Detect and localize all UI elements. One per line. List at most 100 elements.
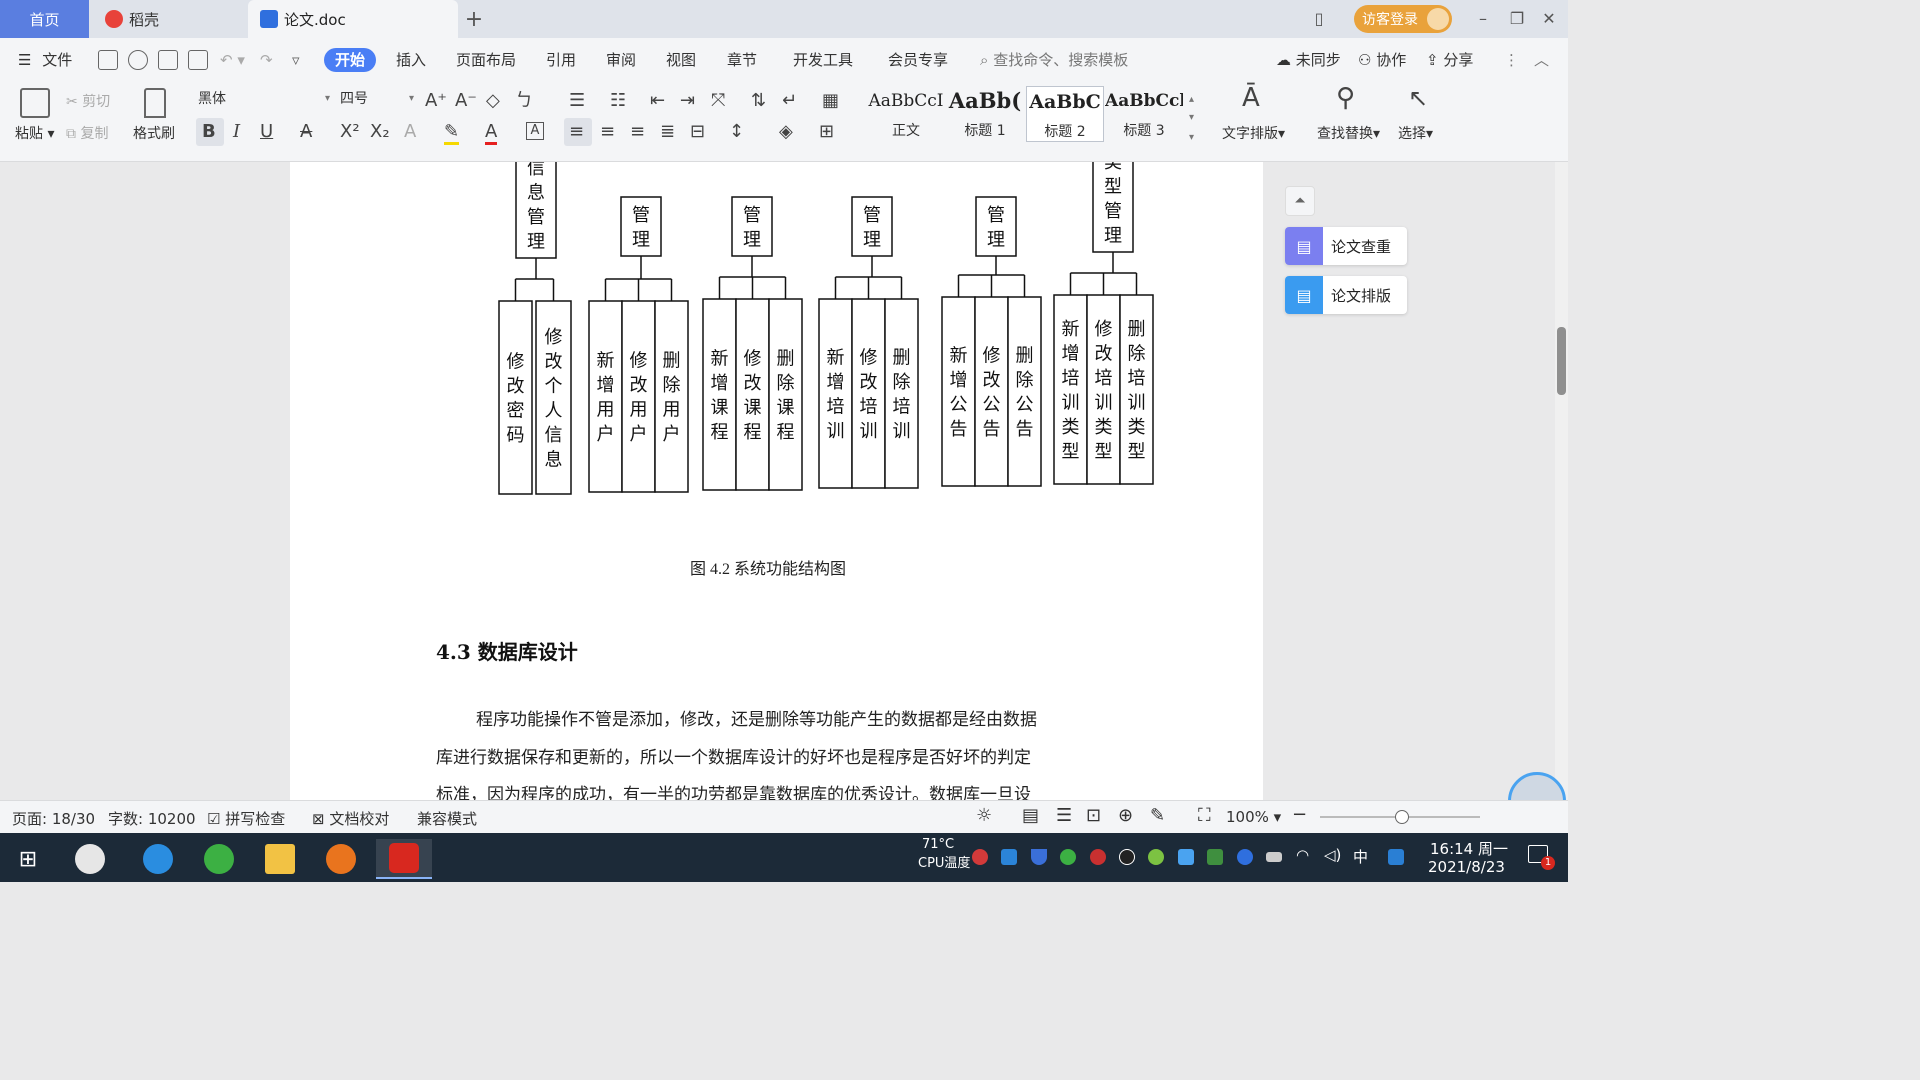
reading-view-icon[interactable]: ⊡ xyxy=(1086,805,1101,826)
thesis-check-button[interactable]: ▤ 论文查重 xyxy=(1285,227,1407,265)
font-family-select[interactable]: 黑体 ▾ xyxy=(192,88,332,112)
underline-icon[interactable]: U xyxy=(260,122,273,142)
start-button[interactable]: ⊞ xyxy=(4,839,52,879)
superscript-icon[interactable]: X² xyxy=(340,122,360,142)
tray-app-icon[interactable] xyxy=(1060,849,1076,865)
shading-icon[interactable]: ◈ xyxy=(779,122,793,142)
strikethrough-icon[interactable]: A xyxy=(300,122,312,142)
reading-layout-icon[interactable]: ▯ xyxy=(1306,6,1332,32)
collaborate-button[interactable]: ⚇ 协作 xyxy=(1358,48,1406,72)
outline-view-icon[interactable]: ☰ xyxy=(1056,805,1072,826)
notification-center-icon[interactable]: 1 xyxy=(1528,845,1555,870)
input-method-icon[interactable] xyxy=(1388,849,1404,865)
tab-document[interactable]: 论文.doc xyxy=(248,0,458,38)
file-menu[interactable]: ☰ 文件 xyxy=(18,48,72,72)
menu-references[interactable]: 引用 xyxy=(546,48,576,72)
wifi-icon[interactable]: ◠ xyxy=(1296,846,1309,864)
redo-icon[interactable]: ↷ xyxy=(260,48,273,72)
show-marks-icon[interactable]: ↵ xyxy=(782,91,797,111)
align-center-icon[interactable]: ≡ xyxy=(600,122,615,142)
text-layout-button[interactable]: 文字排版▾ xyxy=(1222,123,1285,143)
save-icon[interactable] xyxy=(98,50,118,70)
spellcheck-button[interactable]: ☑ 拼写检查 xyxy=(207,808,285,829)
collapse-ribbon-icon[interactable]: ︿ xyxy=(1534,48,1549,72)
word-count[interactable]: 字数: 10200 xyxy=(108,808,196,829)
page-indicator[interactable]: 页面: 18/30 xyxy=(12,808,95,829)
print-preview-icon[interactable] xyxy=(188,50,208,70)
styles-scroll-up-icon[interactable]: ▴ xyxy=(1189,90,1194,110)
text-effect-icon[interactable]: A xyxy=(404,122,416,142)
distribute-icon[interactable]: ⊟ xyxy=(690,122,705,142)
close-button[interactable]: ✕ xyxy=(1536,6,1562,32)
fit-page-icon[interactable]: ⛶ xyxy=(1198,805,1211,826)
chinese-layout-icon[interactable]: ⤧ xyxy=(711,91,725,111)
paste-icon[interactable] xyxy=(20,88,50,118)
align-left-icon[interactable]: ≡ xyxy=(569,122,584,142)
taskbar-app-explorer[interactable] xyxy=(256,839,304,879)
tray-app-icon[interactable] xyxy=(1148,849,1164,865)
share-button[interactable]: ⇪ 分享 xyxy=(1426,48,1473,72)
zoom-slider-handle[interactable] xyxy=(1395,810,1409,824)
tab-home[interactable]: 首页 xyxy=(0,0,89,38)
tray-app-icon[interactable] xyxy=(972,849,988,865)
char-border-icon[interactable]: A xyxy=(526,122,544,140)
style-heading-2[interactable]: AaBbC 标题 2 xyxy=(1026,86,1104,142)
menu-page-layout[interactable]: 页面布局 xyxy=(456,48,516,72)
export-pdf-icon[interactable] xyxy=(128,50,148,70)
menu-insert[interactable]: 插入 xyxy=(396,48,426,72)
page-view-icon[interactable]: ▤ xyxy=(1022,805,1039,826)
styles-scroll-down-icon[interactable]: ▾ xyxy=(1189,108,1194,128)
find-replace-button[interactable]: 查找替换▾ xyxy=(1317,123,1380,143)
shield-icon[interactable] xyxy=(1031,849,1047,865)
more-icon[interactable]: ⋮ xyxy=(1504,48,1519,72)
taskbar-app-wps[interactable] xyxy=(376,839,432,879)
ime-indicator[interactable]: 中 xyxy=(1353,846,1368,867)
borders-icon[interactable]: ⊞ xyxy=(819,122,834,142)
bold-icon[interactable]: B xyxy=(202,122,216,142)
minimize-button[interactable]: – xyxy=(1470,6,1496,32)
quick-access-dropdown-icon[interactable]: ▿ xyxy=(292,48,300,72)
undo-icon[interactable]: ↶ ▾ xyxy=(220,48,245,72)
increase-indent-icon[interactable]: ⇥ xyxy=(680,91,695,111)
style-heading-3[interactable]: AaBbCcl 标题 3 xyxy=(1105,86,1183,142)
battery-icon[interactable] xyxy=(1266,852,1282,862)
table-icon[interactable]: ▦ xyxy=(822,91,839,111)
line-spacing-icon[interactable]: ↕ xyxy=(729,122,744,142)
cursor-arrow-icon[interactable]: ↖ xyxy=(1408,86,1428,110)
taskbar-app-fan[interactable] xyxy=(66,839,114,879)
magnifier-icon[interactable]: ⚲ xyxy=(1336,85,1355,111)
doc-check-button[interactable]: ⊠ 文档校对 xyxy=(312,808,389,829)
decrease-indent-icon[interactable]: ⇤ xyxy=(650,91,665,111)
document-page[interactable]: 信息管理修改密码修改个人信息管理新增用户修改用户删除用户管理新增课程修改课程删除… xyxy=(290,162,1263,800)
menu-view[interactable]: 视图 xyxy=(666,48,696,72)
numbered-list-icon[interactable]: ☷ xyxy=(610,91,626,111)
thesis-format-button[interactable]: ▤ 论文排版 xyxy=(1285,276,1407,314)
phonetic-guide-icon[interactable]: ㄅ xyxy=(515,91,533,111)
select-button[interactable]: 选择▾ xyxy=(1398,123,1433,143)
web-view-icon[interactable]: ⊕ xyxy=(1118,805,1133,826)
highlight-icon[interactable]: ✎ xyxy=(444,122,460,145)
menu-member[interactable]: 会员专享 xyxy=(888,48,948,72)
eye-protect-icon[interactable]: ☼ xyxy=(976,805,992,826)
shrink-font-icon[interactable]: A⁻ xyxy=(455,91,477,111)
tray-app-icon[interactable] xyxy=(1178,849,1194,865)
write-mode-icon[interactable]: ✎ xyxy=(1150,805,1165,826)
nvidia-icon[interactable] xyxy=(1207,849,1223,865)
taskbar-app-ie[interactable] xyxy=(134,839,182,879)
sort-icon[interactable]: ⇅ xyxy=(751,91,766,111)
tab-daoke[interactable]: 稻壳 xyxy=(89,0,247,38)
tray-app-icon[interactable] xyxy=(1001,849,1017,865)
command-search[interactable]: ⌕ 查找命令、搜索模板 xyxy=(980,48,1128,72)
bullet-list-icon[interactable]: ☰ xyxy=(569,91,585,111)
vertical-scrollbar[interactable] xyxy=(1555,162,1568,800)
zoom-level-select[interactable]: 100% ▾ xyxy=(1226,808,1281,826)
style-heading-1[interactable]: AaBb( 标题 1 xyxy=(946,86,1024,142)
volume-icon[interactable]: ◁) xyxy=(1324,846,1341,864)
grow-font-icon[interactable]: A⁺ xyxy=(425,91,447,111)
cpu-temp-widget[interactable]: 71°C CPU温度 xyxy=(918,837,970,871)
italic-icon[interactable]: I xyxy=(233,122,240,142)
print-icon[interactable] xyxy=(158,50,178,70)
copy-button[interactable]: ⧉ 复制 xyxy=(66,123,108,143)
taskbar-app-game[interactable] xyxy=(317,839,365,879)
sync-status-button[interactable]: ☁ 未同步 xyxy=(1276,48,1341,72)
